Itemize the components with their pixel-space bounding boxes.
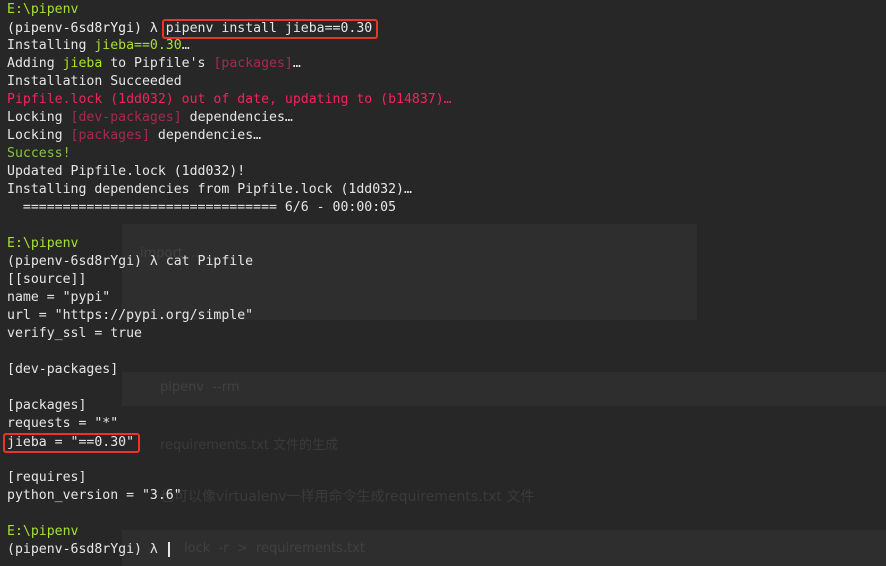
prompt-line[interactable]: (pipenv-6sd8rYgi) λ [7,541,452,559]
output-line: [packages] [7,398,87,413]
output-line: [dev-packages] [7,362,119,377]
output-line: requests = "*" [7,416,119,431]
output-line: Installing jieba==0.30… [7,38,190,53]
output-line: Locking [dev-packages] dependencies… [7,110,293,125]
highlighted-command: pipenv install jieba==0.30 [161,19,379,39]
prompt-line: (pipenv-6sd8rYgi) λ pipenv install jieba… [7,19,452,39]
prompt-env: (pipenv-6sd8rYgi) λ [7,21,166,36]
output-line: name = "pypi" [7,290,111,305]
prompt-path: E:\pipenv [7,2,79,17]
terminal-window[interactable]: pipenv --rm requirements.txt 文件的生成 也可以像v… [0,0,886,566]
warning-line: Pipfile.lock (1dd032) out of date, updat… [7,92,452,107]
output-line: Installation Succeeded [7,74,182,89]
output-line: Installing dependencies from Pipfile.loc… [7,182,412,197]
highlighted-dependency: jieba = "==0.30" [3,433,141,453]
success-line: Success! [7,146,71,161]
prompt-env: (pipenv-6sd8rYgi) λ [7,542,166,557]
output-line: python_version = "3.6" [7,488,182,503]
output-line: Adding jieba to Pipfile's [packages]… [7,56,301,71]
prompt-path: E:\pipenv [7,524,79,539]
progress-line: ================================ 6/6 - 0… [7,200,397,215]
output-line: Locking [packages] dependencies… [7,128,262,143]
output-line: [requires] [7,470,87,485]
output-line: jieba = "==0.30" [3,433,452,453]
terminal-output: E:\pipenv (pipenv-6sd8rYgi) λ pipenv ins… [3,1,452,559]
prompt-line: (pipenv-6sd8rYgi) λ cat Pipfile [7,254,254,269]
text-cursor[interactable] [167,541,170,557]
prompt-path: E:\pipenv [7,236,79,251]
output-line: url = "https://pypi.org/simple" [7,308,254,323]
output-line: Updated Pipfile.lock (1dd032)! [7,164,246,179]
output-line: verify_ssl = true [7,326,142,341]
output-line: [[source]] [7,272,87,287]
